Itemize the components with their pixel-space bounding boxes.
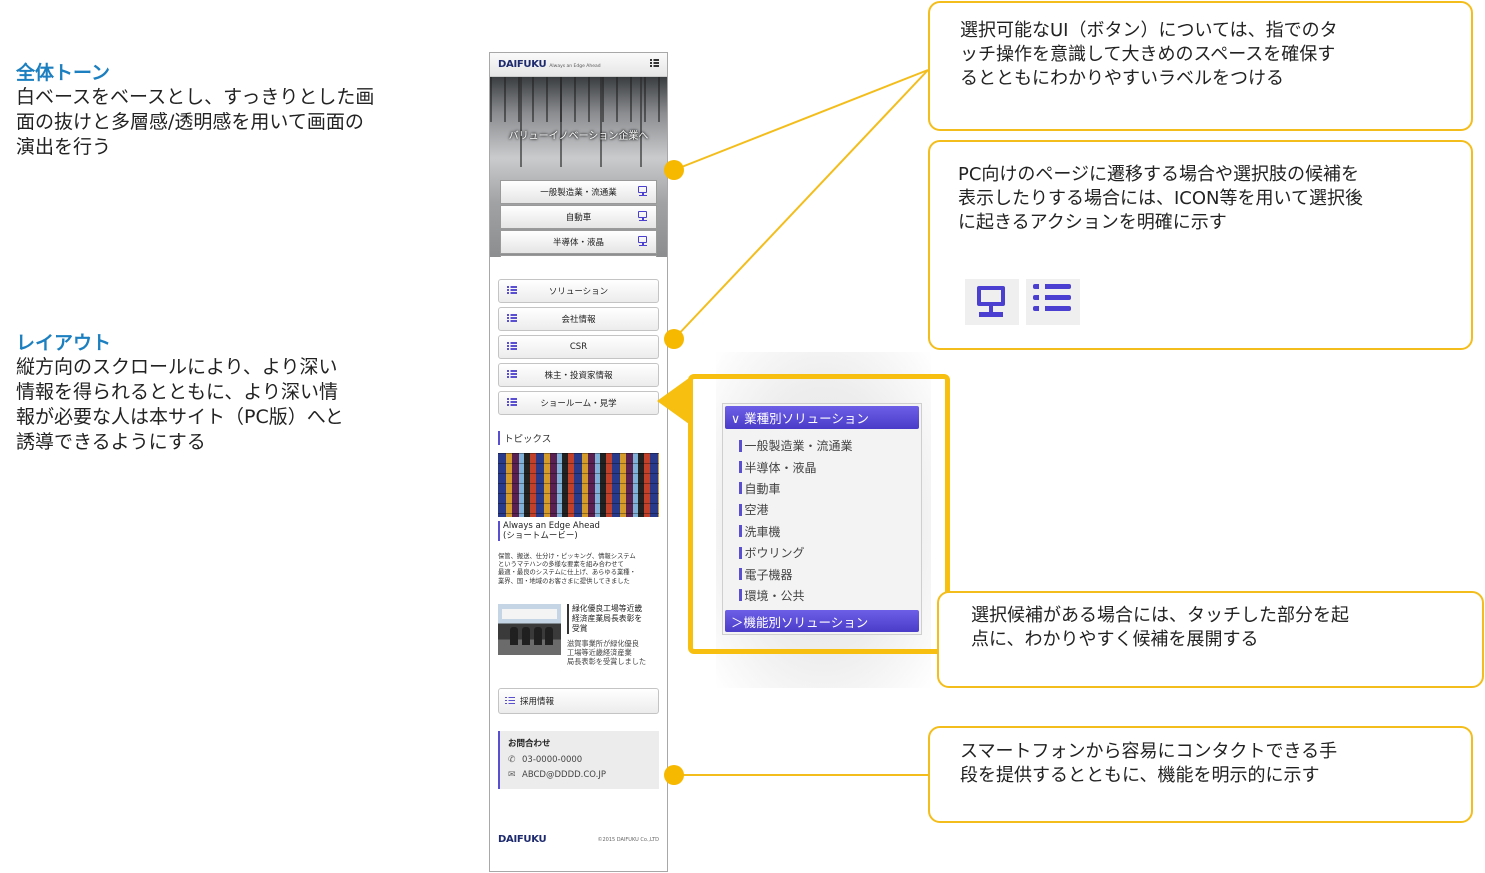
monitor-icon [637, 186, 648, 197]
dropdown-item[interactable]: 環境・公共 [723, 585, 921, 606]
list-icon [507, 286, 517, 294]
list-icon [507, 314, 517, 322]
dropdown-footer[interactable]: ＞機能別ソリューション [725, 610, 919, 632]
news-title: 緑化優良工場等近畿 経済産業局長表彰を 受賞 [567, 603, 646, 634]
contact-box: お問合わせ ✆ 03-0000-0000 ✉ ABCD@DDDD.CO.JP [498, 730, 659, 789]
phone-icon: ✆ [508, 754, 516, 765]
note-layout-line: 情報を得られるとともに、より深い情 [16, 381, 339, 403]
industry-button[interactable]: 一般製造業・流通業 [500, 180, 657, 204]
callout-buttons: 選択可能なUI（ボタン）については、指でのタ ッチ操作を意識して大きめのスペース… [928, 1, 1473, 131]
monitor-icon [637, 236, 648, 247]
callout-buttons-line: ッチ操作を意識して大きめのスペースを確保す [960, 44, 1336, 65]
phone-mockup: DAIFUKU Always an Edge Ahead バリューイノベーション企… [489, 52, 668, 872]
news-photo [498, 603, 561, 655]
dropdown-item[interactable]: 半導体・液晶 [723, 456, 921, 477]
callout-icons-line: PC向けのページに遷移する場合や選択肢の候補を [958, 164, 1360, 185]
footer-logo: DAIFUKU [498, 834, 547, 845]
menu-button-list: ソリューション 会社情報 CSR 株主・投資家情報 ショールーム・見学 [490, 257, 667, 415]
note-layout-line: 誘導できるようにする [16, 431, 206, 453]
topics-heading: トピックス [498, 431, 659, 445]
dropdown-header[interactable]: ∨ 業種別ソリューション [725, 406, 919, 429]
note-tone-line: 白ベースをベースとし、すっきりとした画 [16, 86, 375, 108]
callout-buttons-line: るとともにわかりやすいラベルをつける [960, 68, 1284, 89]
menu-button[interactable]: 株主・投資家情報 [498, 363, 659, 387]
callout-expand-line: 点に、わかりやすく候補を展開する [971, 629, 1259, 650]
list-icon [507, 398, 517, 406]
menu-button[interactable]: ソリューション [498, 279, 659, 303]
mail-icon: ✉ [508, 769, 516, 780]
callout-pointer [657, 378, 689, 424]
menu-icon[interactable] [650, 59, 659, 70]
industry-button[interactable]: 自動車 [500, 205, 657, 229]
callout-contact: スマートフォンから容易にコンタクトできる手 段を提供するとともに、機能を明示的に… [928, 726, 1473, 823]
callout-buttons-line: 選択可能なUI（ボタン）については、指でのタ [960, 20, 1338, 41]
dropdown-item[interactable]: 電子機器 [723, 563, 921, 584]
contact-heading: お問合わせ [508, 738, 551, 749]
dropdown-item[interactable]: 自動車 [723, 478, 921, 499]
callout-expand: 選択候補がある場合には、タッチした部分を起 点に、わかりやすく候補を展開する [937, 591, 1484, 688]
note-layout-heading: レイアウト [16, 332, 112, 354]
phone-header: DAIFUKU Always an Edge Ahead [490, 53, 667, 77]
logo[interactable]: DAIFUKU Always an Edge Ahead [498, 59, 601, 70]
note-layout-line: 報が必要な人は本サイト（PC版）へと [16, 406, 344, 428]
dropdown-item[interactable]: 一般製造業・流通業 [723, 435, 921, 456]
callout-icons-line: 表示したりする場合には、ICON等を用いて選択後 [958, 188, 1363, 209]
menu-button[interactable]: 会社情報 [498, 307, 659, 331]
hero-image: バリューイノベーション企業へ 一般製造業・流通業 自動車 半導体・液晶 空港 [490, 77, 667, 257]
hero-title: バリューイノベーション企業へ [508, 131, 649, 142]
news-item[interactable]: 緑化優良工場等近畿 経済産業局長表彰を 受賞 滋賀事業所が緑化優良 工場等近畿経… [498, 603, 659, 666]
topic-thumbnail[interactable] [498, 453, 659, 517]
note-tone-line: 演出を行う [16, 136, 112, 158]
callout-contact-line: 段を提供するとともに、機能を明示的に示す [960, 765, 1320, 786]
menu-button[interactable]: CSR [498, 335, 659, 359]
dropdown-demo: ∨ 業種別ソリューション 一般製造業・流通業 半導体・液晶 自動車 空港 洗車機… [722, 403, 922, 635]
dropdown-item[interactable]: 洗車機 [723, 521, 921, 542]
note-tone: 全体トーン 白ベースをベースとし、すっきりとした画 面の抜けと多層感/透明感を用… [16, 61, 446, 160]
note-layout: レイアウト 縦方向のスクロールにより、より深い 情報を得られるとともに、より深い… [16, 331, 446, 455]
industry-button[interactable]: 空港 [500, 255, 657, 257]
note-tone-line: 面の抜けと多層感/透明感を用いて画面の [16, 111, 364, 133]
monitor-icon [965, 279, 1019, 325]
topic-caption[interactable]: Always an Edge Ahead (ショートムービー) [498, 521, 659, 541]
recruit-button[interactable]: 採用情報 [498, 687, 659, 714]
contact-phone[interactable]: ✆ 03-0000-0000 [508, 753, 651, 768]
list-icon [1026, 279, 1080, 325]
contact-email[interactable]: ✉ ABCD@DDDD.CO.JP [508, 768, 651, 783]
news-body: 滋賀事業所が緑化優良 工場等近畿経済産業 局長表彰を受賞しました [567, 638, 647, 666]
connector-dot [664, 765, 684, 785]
note-layout-line: 縦方向のスクロールにより、より深い [16, 356, 338, 378]
menu-button[interactable]: ショールーム・見学 [498, 391, 659, 415]
callout-expand-line: 選択候補がある場合には、タッチした部分を起 [971, 605, 1349, 626]
copyright: ©2015 DAIFUKU Co.,LTD [597, 836, 659, 843]
industry-button[interactable]: 半導体・液晶 [500, 230, 657, 254]
callout-contact-line: スマートフォンから容易にコンタクトできる手 [960, 741, 1338, 762]
monitor-icon [637, 211, 648, 222]
dropdown-item[interactable]: ボウリング [723, 542, 921, 563]
dropdown-item[interactable]: 空港 [723, 499, 921, 520]
note-tone-heading: 全体トーン [16, 62, 111, 84]
connector-dot [664, 329, 684, 349]
list-icon [505, 696, 515, 705]
industry-button-list: 一般製造業・流通業 自動車 半導体・液晶 空港 [500, 180, 657, 257]
list-icon [507, 370, 517, 378]
connector-dot [664, 160, 684, 180]
phone-footer: DAIFUKU ©2015 DAIFUKU Co.,LTD [490, 834, 667, 845]
topic-body: 保管、搬送、仕分け・ピッキング、情報システム というマテハンの多様な要素を組み合… [498, 553, 636, 585]
callout-icons-line: に起きるアクションを明確に示す [958, 212, 1227, 233]
list-icon [507, 342, 517, 350]
